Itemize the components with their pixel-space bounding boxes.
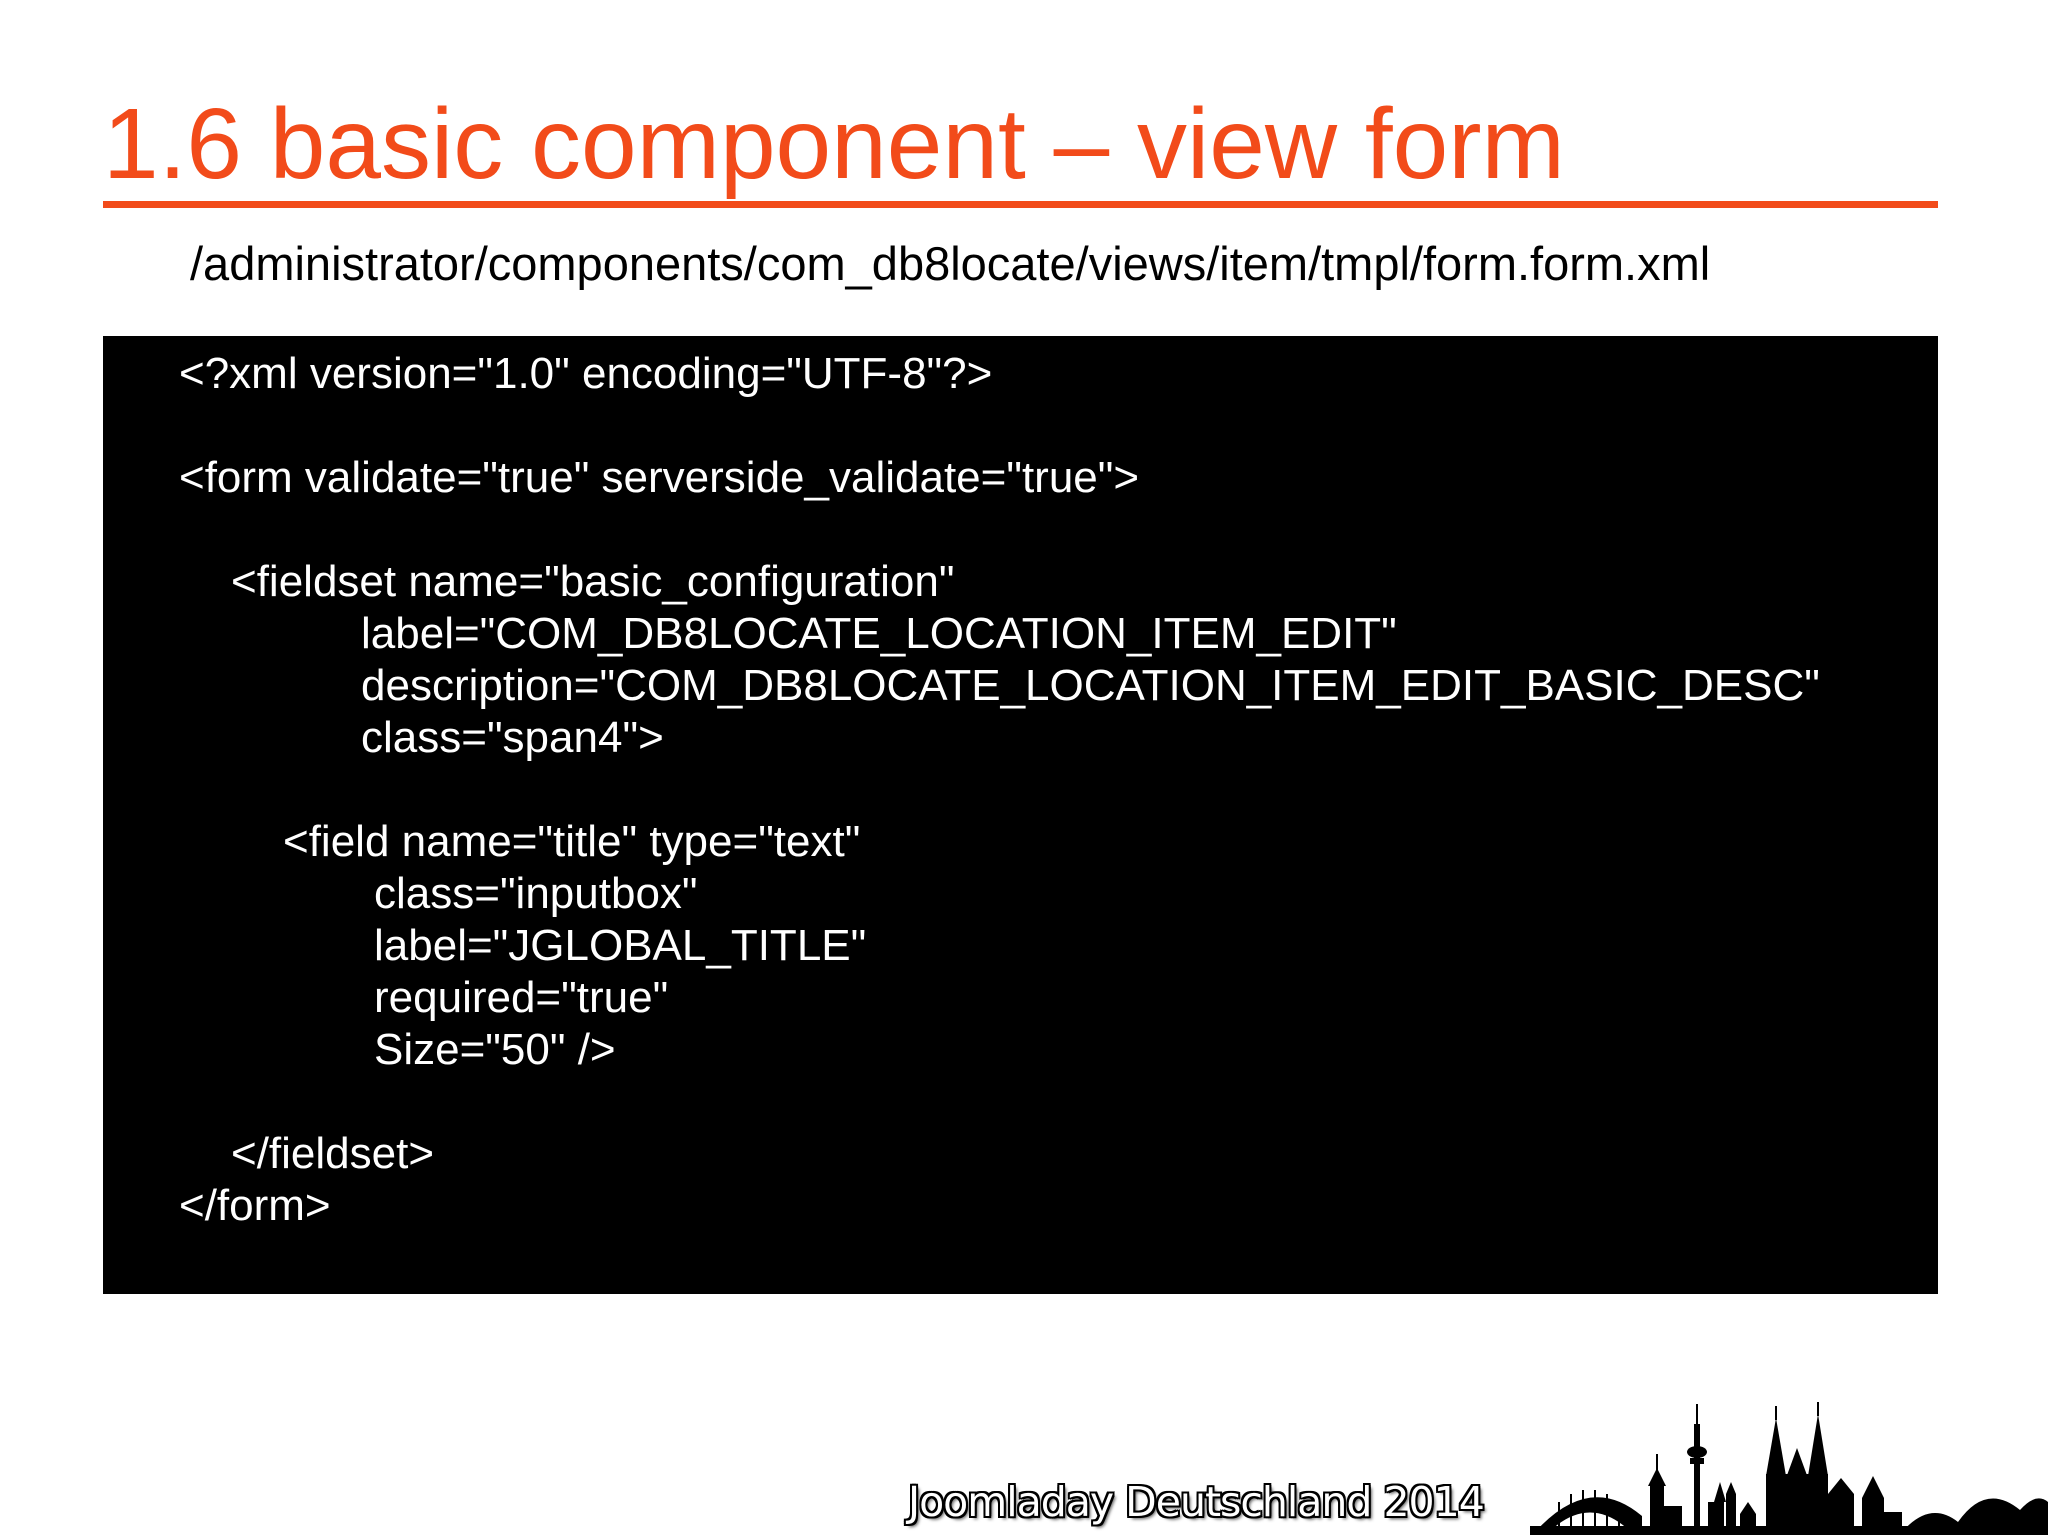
code-line: class="span4"> <box>361 713 664 762</box>
title-underline <box>103 201 1938 208</box>
code-block: <?xml version="1.0" encoding="UTF-8"?> <… <box>103 336 1938 1294</box>
code-line: <form validate="true" serverside_validat… <box>179 453 1140 502</box>
code-line: label="COM_DB8LOCATE_LOCATION_ITEM_EDIT" <box>361 609 1397 658</box>
file-path: /administrator/components/com_db8locate/… <box>190 237 1711 290</box>
code-line: <fieldset name="basic_configuration" <box>231 557 955 606</box>
code-line: Size="50" /> <box>374 1025 616 1074</box>
code-line: <?xml version="1.0" encoding="UTF-8"?> <box>179 349 993 398</box>
code-line: <field name="title" type="text" <box>283 817 861 866</box>
slide-title: 1.6 basic component – view form <box>103 88 1565 200</box>
footer-event-name: Joomladay Deutschland 2014 <box>908 1478 1485 1526</box>
code-line: description="COM_DB8LOCATE_LOCATION_ITEM… <box>361 661 1820 710</box>
cologne-skyline-icon <box>1530 1402 2048 1535</box>
slide: 1.6 basic component – view form /adminis… <box>0 0 2048 1535</box>
code-line: </form> <box>179 1181 331 1230</box>
code-line: label="JGLOBAL_TITLE" <box>374 921 867 970</box>
code-line: required="true" <box>374 973 669 1022</box>
code-line: class="inputbox" <box>374 869 698 918</box>
code-line: </fieldset> <box>231 1129 435 1178</box>
